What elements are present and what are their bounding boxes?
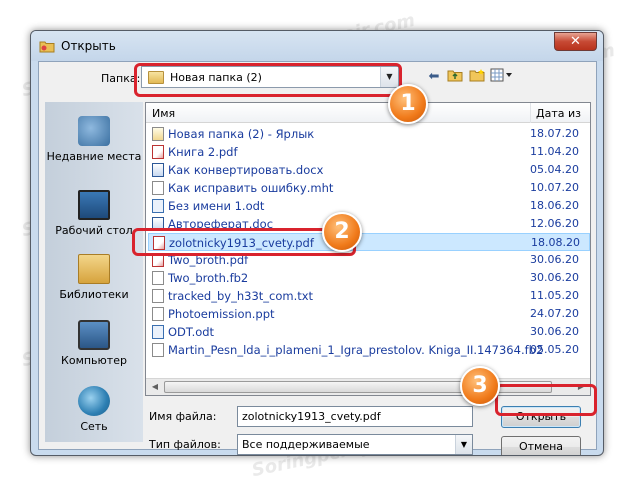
file-row[interactable]: Martin_Pesn_lda_i_plameni_1_Igra_prestol… (148, 341, 590, 359)
file-name: Two_broth.fb2 (168, 271, 249, 285)
places-sidebar: Недавние места Рабочий стол Библиотеки К… (45, 102, 143, 442)
filetype-select-value: Все поддерживаемые (242, 438, 370, 451)
file-date: 18.08.20 (531, 236, 580, 249)
document-file-icon (152, 271, 164, 285)
dialog-title: Открыть (61, 39, 116, 53)
step-badge-2: 2 (322, 212, 362, 252)
file-date: 30.06.20 (530, 325, 579, 338)
computer-icon (78, 320, 110, 350)
desktop-icon (78, 190, 110, 220)
sidebar-item-network[interactable]: Сеть (45, 386, 143, 433)
file-name: Как конвертировать.docx (168, 163, 324, 177)
file-row[interactable]: Без имени 1.odt 18.06.20 (148, 197, 590, 215)
file-name: Как исправить ошибку.mht (168, 181, 334, 195)
step-badge-3: 3 (460, 366, 500, 406)
column-header: Имя Дата из (146, 103, 590, 123)
file-name: Книга 2.pdf (168, 145, 238, 159)
file-date: 12.06.20 (530, 217, 579, 230)
shortcut-icon (152, 127, 164, 141)
file-date: 10.07.20 (530, 181, 579, 194)
file-name: Без имени 1.odt (168, 199, 265, 213)
file-row[interactable]: Новая папка (2) - Ярлык 18.07.20 (148, 125, 590, 143)
file-name: Martin_Pesn_lda_i_plameni_1_Igra_prestol… (168, 343, 544, 357)
sidebar-item-libraries[interactable]: Библиотеки (45, 254, 143, 301)
sidebar-item-computer[interactable]: Компьютер (45, 320, 143, 367)
filename-label: Имя файла: (149, 410, 217, 423)
file-row[interactable]: Книга 2.pdf 11.04.20 (148, 143, 590, 161)
file-date: 30.06.20 (530, 271, 579, 284)
file-date: 18.07.20 (530, 127, 579, 140)
view-menu-icon[interactable] (490, 68, 514, 86)
file-date: 11.05.20 (530, 289, 579, 302)
file-row[interactable]: Как исправить ошибку.mht 10.07.20 (148, 179, 590, 197)
back-icon[interactable]: ⬅ (426, 68, 442, 86)
file-date: 30.06.20 (530, 253, 579, 266)
highlight-open-button (495, 384, 597, 416)
column-header-name[interactable]: Имя (152, 107, 175, 120)
sidebar-item-recent-places[interactable]: Недавние места (45, 116, 143, 163)
file-date: 05.04.20 (530, 163, 579, 176)
file-row[interactable]: Two_broth.fb2 30.06.20 (148, 269, 590, 287)
column-header-date[interactable]: Дата из (536, 107, 581, 120)
file-name: Photoemission.ppt (168, 307, 275, 321)
file-name: tracked_by_h33t_com.txt (168, 289, 314, 303)
file-row[interactable]: Photoemission.ppt 24.07.20 (148, 305, 590, 323)
document-file-icon (152, 307, 164, 321)
file-row[interactable]: ODT.odt 30.06.20 (148, 323, 590, 341)
file-name: Новая папка (2) - Ярлык (168, 127, 315, 141)
sidebar-item-desktop[interactable]: Рабочий стол (45, 190, 143, 237)
close-button[interactable]: ✕ (554, 32, 597, 51)
filetype-label: Тип файлов: (149, 438, 221, 451)
title-bar[interactable]: Открыть ✕ (31, 31, 603, 61)
sidebar-item-label: Библиотеки (59, 288, 129, 301)
file-row[interactable]: tracked_by_h33t_com.txt 11.05.20 (148, 287, 590, 305)
step-badge-1: 1 (388, 84, 428, 124)
file-date: 11.04.20 (530, 145, 579, 158)
document-file-icon (152, 181, 164, 195)
open-folder-icon (39, 41, 55, 53)
pdf-file-icon (152, 145, 164, 159)
sidebar-item-label: Недавние места (46, 150, 142, 163)
up-folder-icon[interactable] (446, 68, 464, 86)
cancel-button[interactable]: Отмена (501, 436, 581, 455)
network-icon (78, 386, 110, 416)
sidebar-item-label: Сеть (80, 420, 108, 433)
highlight-folder-select (134, 63, 402, 97)
file-date: 05.05.20 (530, 343, 579, 356)
libraries-icon (78, 254, 110, 284)
scroll-left-icon[interactable]: ◀ (148, 381, 162, 393)
filetype-select[interactable]: Все поддерживаемые ▼ (237, 434, 473, 455)
word-file-icon (152, 163, 164, 177)
filename-input[interactable]: zolotnicky1913_cvety.pdf (237, 406, 473, 427)
chevron-down-icon[interactable]: ▼ (455, 435, 472, 454)
new-folder-icon[interactable] (468, 68, 486, 86)
sidebar-item-label: Рабочий стол (55, 224, 133, 237)
column-separator[interactable] (530, 103, 531, 123)
odt-file-icon (152, 199, 164, 213)
file-name: ODT.odt (168, 325, 215, 339)
text-file-icon (152, 289, 164, 303)
file-date: 24.07.20 (530, 307, 579, 320)
sidebar-item-label: Компьютер (61, 354, 127, 367)
odt-file-icon (152, 325, 164, 339)
recent-places-icon (78, 116, 110, 146)
document-file-icon (152, 343, 164, 357)
file-date: 18.06.20 (530, 199, 579, 212)
file-row[interactable]: Как конвертировать.docx 05.04.20 (148, 161, 590, 179)
